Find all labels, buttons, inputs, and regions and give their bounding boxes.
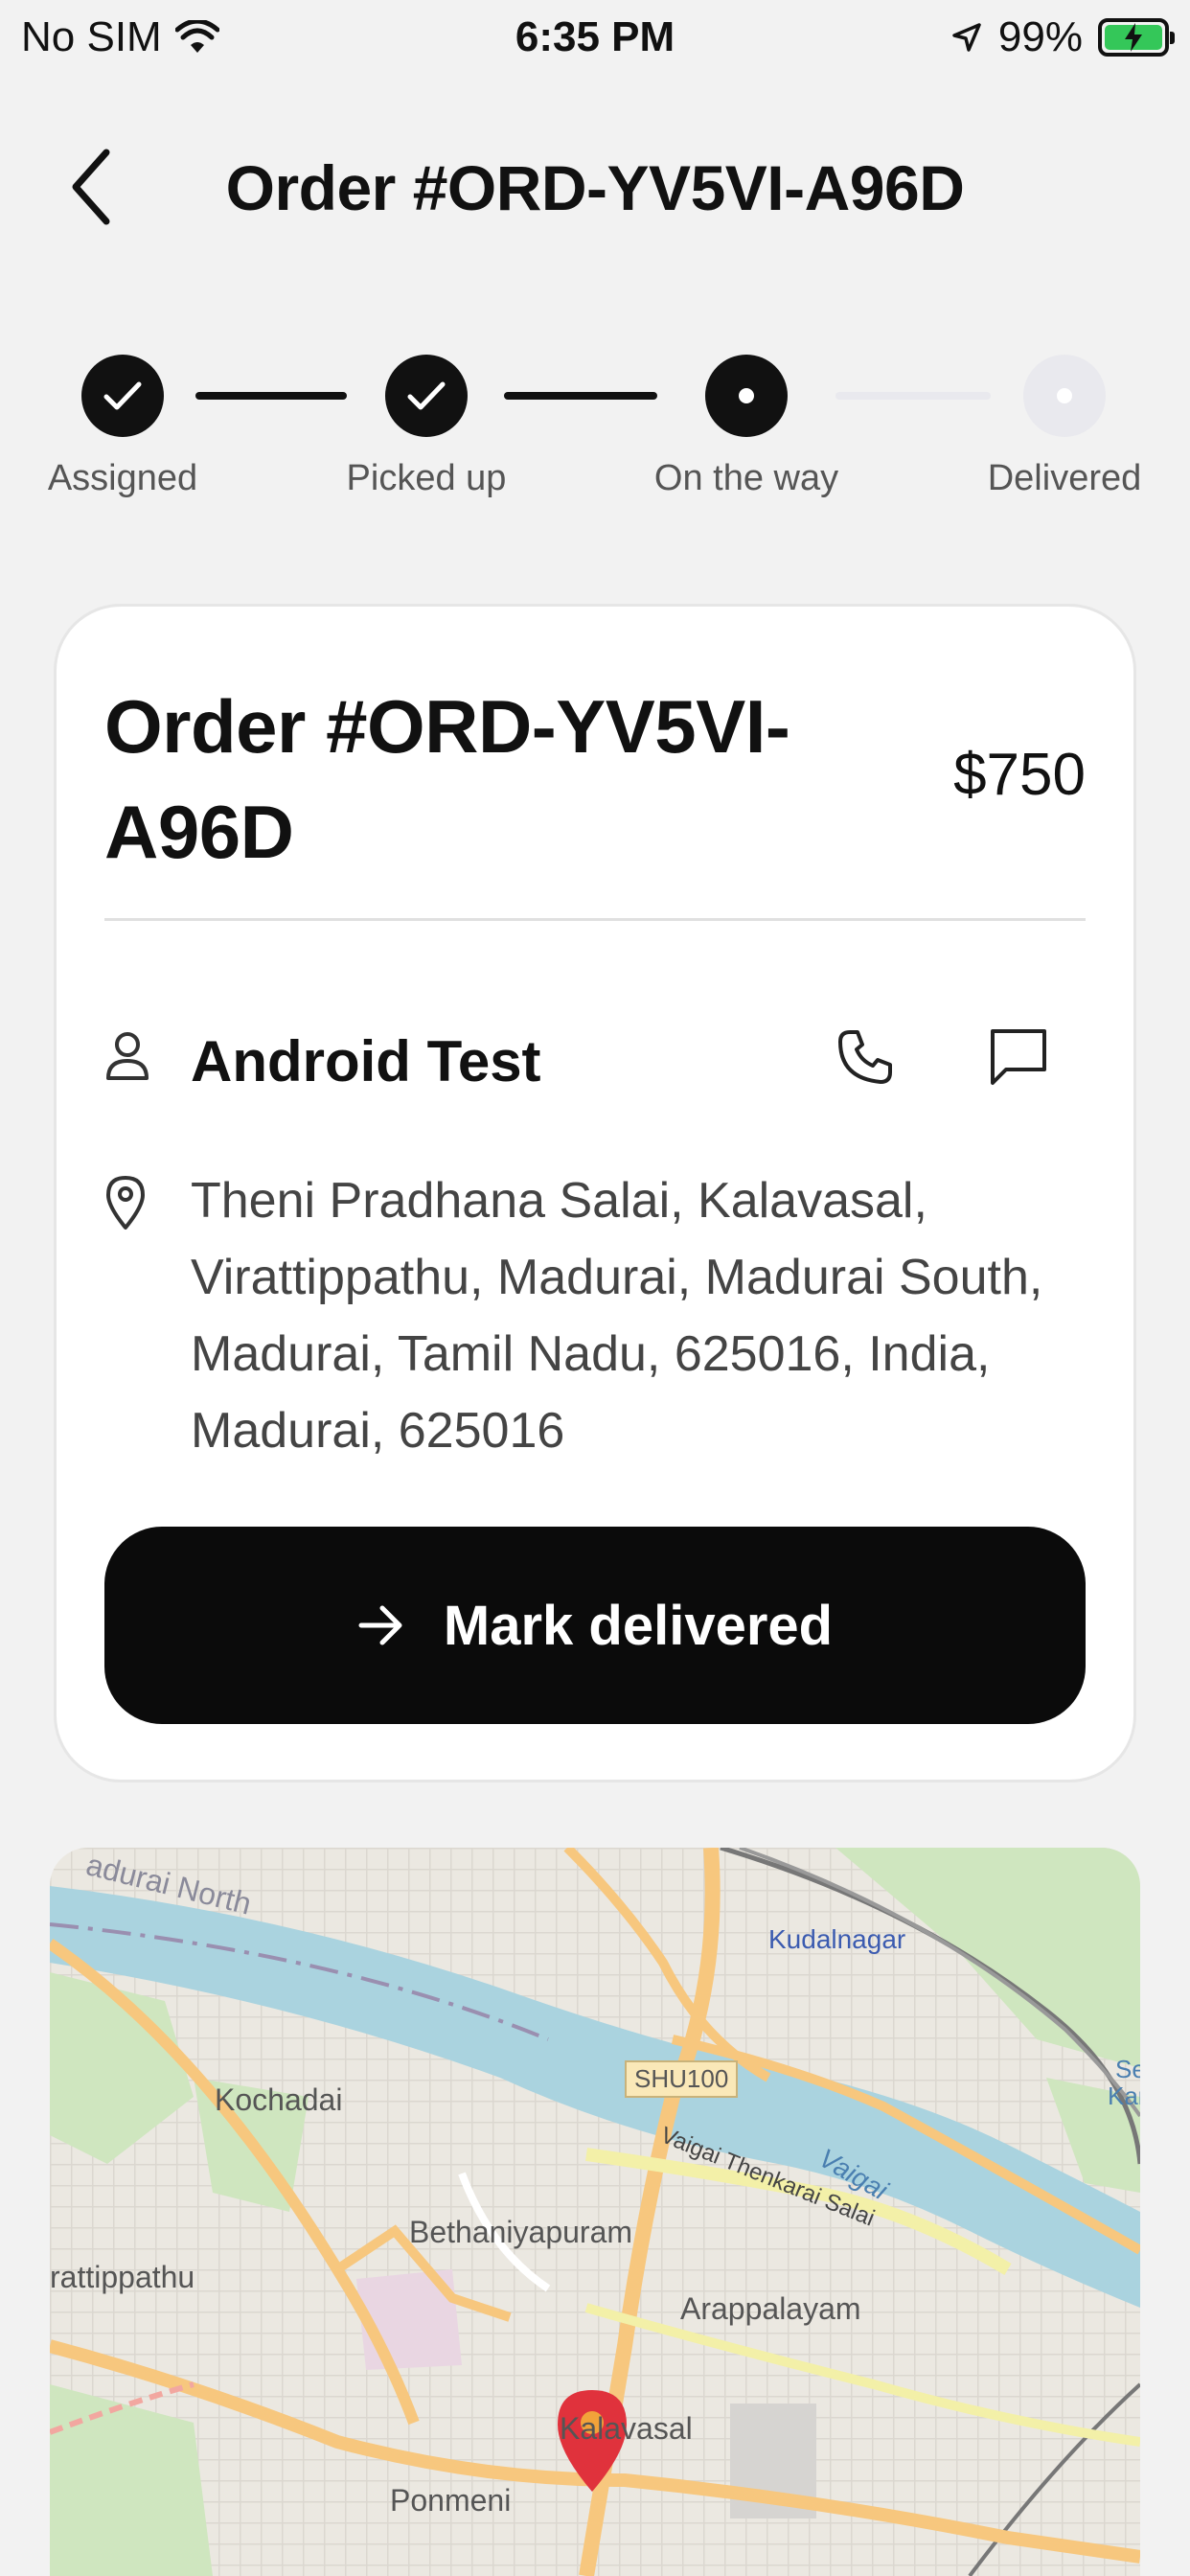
divider	[104, 918, 1086, 921]
order-title: Order #ORD-YV5VI-A96D	[104, 684, 790, 874]
step-assigned: Assigned	[27, 355, 218, 499]
phone-icon	[838, 1030, 892, 1084]
order-card: Order #ORD-YV5VI-A96D $750 Android Test …	[54, 604, 1136, 1782]
current-step-dot-icon	[739, 388, 754, 403]
map-label: Kar	[1108, 2082, 1140, 2110]
step-label: On the way	[653, 458, 839, 498]
pending-step-dot-icon	[1057, 388, 1072, 403]
map-label: rattippathu	[50, 2260, 195, 2294]
mark-delivered-label: Mark delivered	[443, 1594, 834, 1657]
step-connector	[835, 392, 991, 400]
call-button[interactable]	[827, 1019, 904, 1095]
delivery-address: Theni Pradhana Salai, Kalavasal, Viratti…	[191, 1173, 1043, 1459]
status-bar: No SIM 6:35 PM 99%	[0, 0, 1190, 80]
step-indicator	[705, 355, 788, 437]
battery-icon	[1098, 18, 1175, 57]
step-indicator	[81, 355, 164, 437]
step-picked-up: Picked up	[331, 355, 522, 499]
map-label: Arappalayam	[680, 2291, 861, 2326]
message-button[interactable]	[980, 1019, 1057, 1095]
mark-delivered-button[interactable]: Mark delivered	[104, 1527, 1086, 1724]
order-progress-stepper: Assigned Picked up On the way Delivered	[0, 355, 1190, 527]
battery-percent: 99%	[997, 13, 1083, 60]
order-price: $750	[953, 742, 1086, 808]
step-label: Picked up	[346, 458, 507, 498]
map-label: Kalavasal	[560, 2411, 693, 2446]
map-label: Ponmeni	[390, 2483, 512, 2518]
step-indicator	[385, 355, 468, 437]
location-arrow-icon	[952, 23, 981, 52]
arrow-right-icon	[358, 1605, 402, 1645]
check-icon	[103, 381, 142, 410]
step-delivered: Delivered	[969, 355, 1160, 499]
delivery-map[interactable]: adurai North Kudalnagar Kochadai SHU100 …	[50, 1848, 1140, 2576]
page-title: Order #ORD-YV5VI-A96D	[225, 152, 965, 223]
step-label: Delivered	[987, 458, 1142, 498]
map-label: Bethaniyapuram	[409, 2215, 633, 2249]
step-on-the-way: On the way	[651, 355, 842, 499]
customer-name: Android Test	[191, 1029, 541, 1093]
charging-bolt-icon	[1125, 23, 1142, 52]
step-connector	[504, 392, 657, 400]
person-icon	[106, 1032, 149, 1080]
step-indicator	[1023, 355, 1106, 437]
map-label: SHU100	[625, 2060, 739, 2098]
status-right-group: 99%	[950, 13, 1175, 61]
map-label: Se	[1115, 2055, 1140, 2083]
header: Order #ORD-YV5VI-A96D	[0, 125, 1190, 249]
step-label: Assigned	[47, 458, 198, 498]
message-icon	[991, 1029, 1046, 1085]
map-label: Kudalnagar	[768, 1924, 906, 1954]
location-pin-icon	[106, 1176, 145, 1230]
map-label: Kochadai	[215, 2082, 343, 2117]
check-icon	[407, 381, 446, 410]
map-tiles	[50, 1848, 1140, 2576]
customer-row: Android Test	[104, 1009, 1086, 1105]
